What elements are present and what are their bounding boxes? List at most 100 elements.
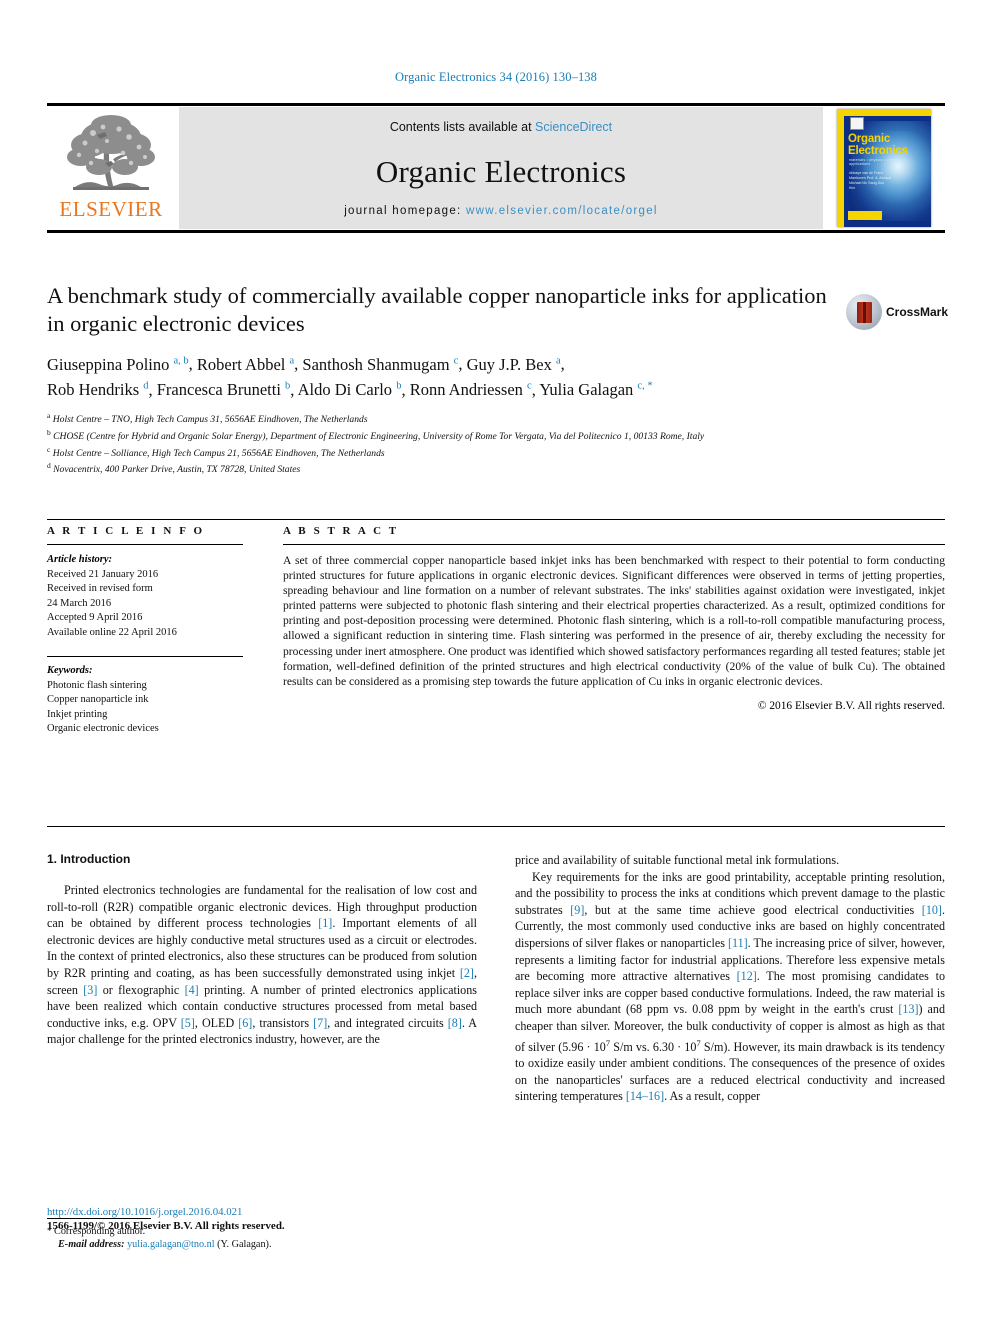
author-entry: Rob Hendriks d (47, 380, 149, 399)
author-affil-mark: b (285, 380, 291, 392)
affiliation-mark: d (47, 461, 51, 471)
issn-copyright: 1566-1199/© 2016 Elsevier B.V. All right… (47, 1220, 285, 1232)
keywords-rule (47, 656, 243, 657)
crossmark-label: CrossMark (886, 305, 949, 319)
author-entry: Aldo Di Carlo b (298, 380, 402, 399)
footnote-email-label: E-mail address: (58, 1239, 125, 1251)
author-entry: Ronn Andriessen c (410, 380, 532, 399)
author-affil-mark: c, * (637, 380, 653, 392)
history-item: Available online 22 April 2016 (47, 626, 177, 638)
elsevier-wordmark: ELSEVIER (59, 197, 163, 221)
history-item: Received 21 January 2016 (47, 568, 159, 580)
info-section-top-rule (47, 519, 945, 520)
author-entry: Yulia Galagan c, * (539, 380, 652, 399)
elsevier-logo: ELSEVIER (47, 103, 175, 233)
affiliation-item: d Novacentrix, 400 Parker Drive, Austin,… (47, 460, 847, 477)
author-entry: Francesca Brunetti b (157, 380, 291, 399)
author-list: Giuseppina Polino a, b, Robert Abbel a, … (47, 354, 653, 400)
history-item: Accepted 9 April 2016 (47, 612, 143, 623)
crossmark-book-icon (856, 301, 872, 323)
article-history-label: Article history: (47, 554, 113, 565)
affiliation-mark: a (47, 411, 51, 420)
author-name: Robert Abbel (196, 354, 286, 374)
keyword-item: Inkjet printing (47, 708, 108, 720)
cover-title: Organic Electronics (848, 133, 926, 157)
author-entry: Santhosh Shanmugam c (302, 355, 458, 374)
intro-paragraph-right-continued-text: price and availability of suitable funct… (515, 853, 840, 867)
body-left-column: 1. Introduction Printed electronics tech… (47, 852, 477, 1252)
affiliation-text: Novacentrix, 400 Parker Drive, Austin, T… (53, 464, 301, 476)
history-item: Received in revised form (47, 583, 153, 594)
keywords-label: Keywords: (47, 665, 93, 676)
cover-image: Organic Electronics materials • physics … (837, 109, 931, 227)
cover-publisher-badge (848, 211, 882, 220)
sciencedirect-link[interactable]: ScienceDirect (535, 120, 612, 134)
author-name: Giuseppina Polino (47, 354, 170, 374)
abstract-column: A B S T R A C T A set of three commercia… (283, 525, 945, 737)
homepage-prefix: journal homepage: (344, 205, 467, 217)
author-name: Aldo Di Carlo (297, 380, 393, 399)
abstract-copyright: © 2016 Elsevier B.V. All rights reserved… (757, 699, 945, 712)
cover-top-bar (837, 109, 931, 116)
contents-list-line: Contents lists available at ScienceDirec… (390, 120, 612, 134)
intro-paragraph-right: Key requirements for the inks are good p… (515, 869, 945, 1105)
journal-masthead: ELSEVIER Contents lists available at Sci… (47, 103, 945, 233)
body-columns: 1. Introduction Printed electronics tech… (47, 852, 945, 1252)
affiliation-list: a Holst Centre – TNO, High Tech Campus 3… (47, 410, 847, 477)
footnote-email-link[interactable]: yulia.galagan@tno.nl (127, 1239, 214, 1250)
info-abstract-section: A R T I C L E I N F O Article history: R… (47, 525, 945, 737)
intro-paragraph-left: Printed electronics technologies are fun… (47, 882, 477, 1048)
crossmark-icon (846, 294, 882, 330)
author-entry: Guy J.P. Bex a (467, 355, 561, 374)
doi-link[interactable]: http://dx.doi.org/10.1016/j.orgel.2016.0… (47, 1205, 477, 1219)
author-name: Santhosh Shanmugam (302, 354, 450, 374)
contents-prefix: Contents lists available at (389, 120, 536, 134)
masthead-center: Contents lists available at ScienceDirec… (179, 107, 823, 229)
abstract-rule (283, 544, 945, 545)
author-name: Yulia Galagan (539, 380, 634, 399)
cover-left-bar (837, 109, 844, 227)
affiliation-mark: c (47, 444, 51, 454)
affiliation-item: b CHOSE (Centre for Hybrid and Organic S… (47, 427, 847, 444)
keyword-item: Copper nanoparticle ink (47, 694, 149, 705)
keywords-block: Keywords: Photonic flash sintering Coppe… (47, 656, 243, 737)
author-entry: Robert Abbel a (197, 355, 294, 374)
section-heading-introduction: 1. Introduction (47, 852, 131, 866)
author-affil-mark: a (555, 355, 561, 366)
author-affil-mark: a, b (173, 355, 189, 366)
author-affil-mark: b (396, 380, 402, 392)
author-affil-mark: c (453, 355, 459, 366)
author-entry: Giuseppina Polino a, b (47, 355, 189, 374)
cover-subtitle: materials • physics • chemistry • applic… (849, 158, 907, 166)
keywords-list: Photonic flash sintering Copper nanopart… (47, 679, 243, 737)
footnote-email-suffix: (Y. Galagan). (217, 1239, 272, 1251)
author-affil-mark: c (527, 380, 532, 392)
affiliation-text: CHOSE (Centre for Hybrid and Organic Sol… (53, 430, 705, 442)
author-affil-mark: a (289, 355, 295, 366)
affiliation-text: Holst Centre – Solliance, High Tech Camp… (52, 447, 385, 459)
article-info-rule (47, 544, 243, 545)
homepage-link[interactable]: www.elsevier.com/locate/orgel (466, 205, 658, 217)
affiliation-text: Holst Centre – TNO, High Tech Campus 31,… (52, 414, 368, 426)
author-name: Francesca Brunetti (156, 380, 281, 399)
body-top-rule (47, 826, 945, 827)
page-footer: http://dx.doi.org/10.1016/j.orgel.2016.0… (47, 1205, 477, 1234)
article-info-heading: A R T I C L E I N F O (47, 525, 205, 537)
abstract-heading: A B S T R A C T (283, 525, 399, 537)
affiliation-mark: b (47, 427, 51, 437)
crossmark-badge[interactable]: CrossMark (846, 291, 949, 333)
keyword-item: Organic electronic devices (47, 723, 159, 734)
article-history-list: Received 21 January 2016 Received in rev… (47, 568, 243, 641)
article-info-column: A R T I C L E I N F O Article history: R… (47, 525, 243, 737)
journal-homepage-line: journal homepage: www.elsevier.com/locat… (344, 205, 658, 217)
keyword-item: Photonic flash sintering (47, 679, 147, 691)
body-right-column: price and availability of suitable funct… (515, 852, 945, 1252)
intro-paragraph-left-text: Printed electronics technologies are fun… (47, 883, 478, 1047)
affiliation-item: c Holst Centre – Solliance, High Tech Ca… (47, 444, 847, 461)
running-head: Organic Electronics 34 (2016) 130–138 (394, 70, 598, 84)
intro-paragraph-right-text: Key requirements for the inks are good p… (515, 869, 946, 1104)
author-affil-mark: d (143, 380, 149, 392)
affiliation-item: a Holst Centre – TNO, High Tech Campus 3… (47, 410, 847, 427)
cover-editors: Abbaye van de Frans Manhoven Prof. A. Ar… (849, 171, 891, 190)
history-item: 24 March 2016 (47, 597, 112, 609)
